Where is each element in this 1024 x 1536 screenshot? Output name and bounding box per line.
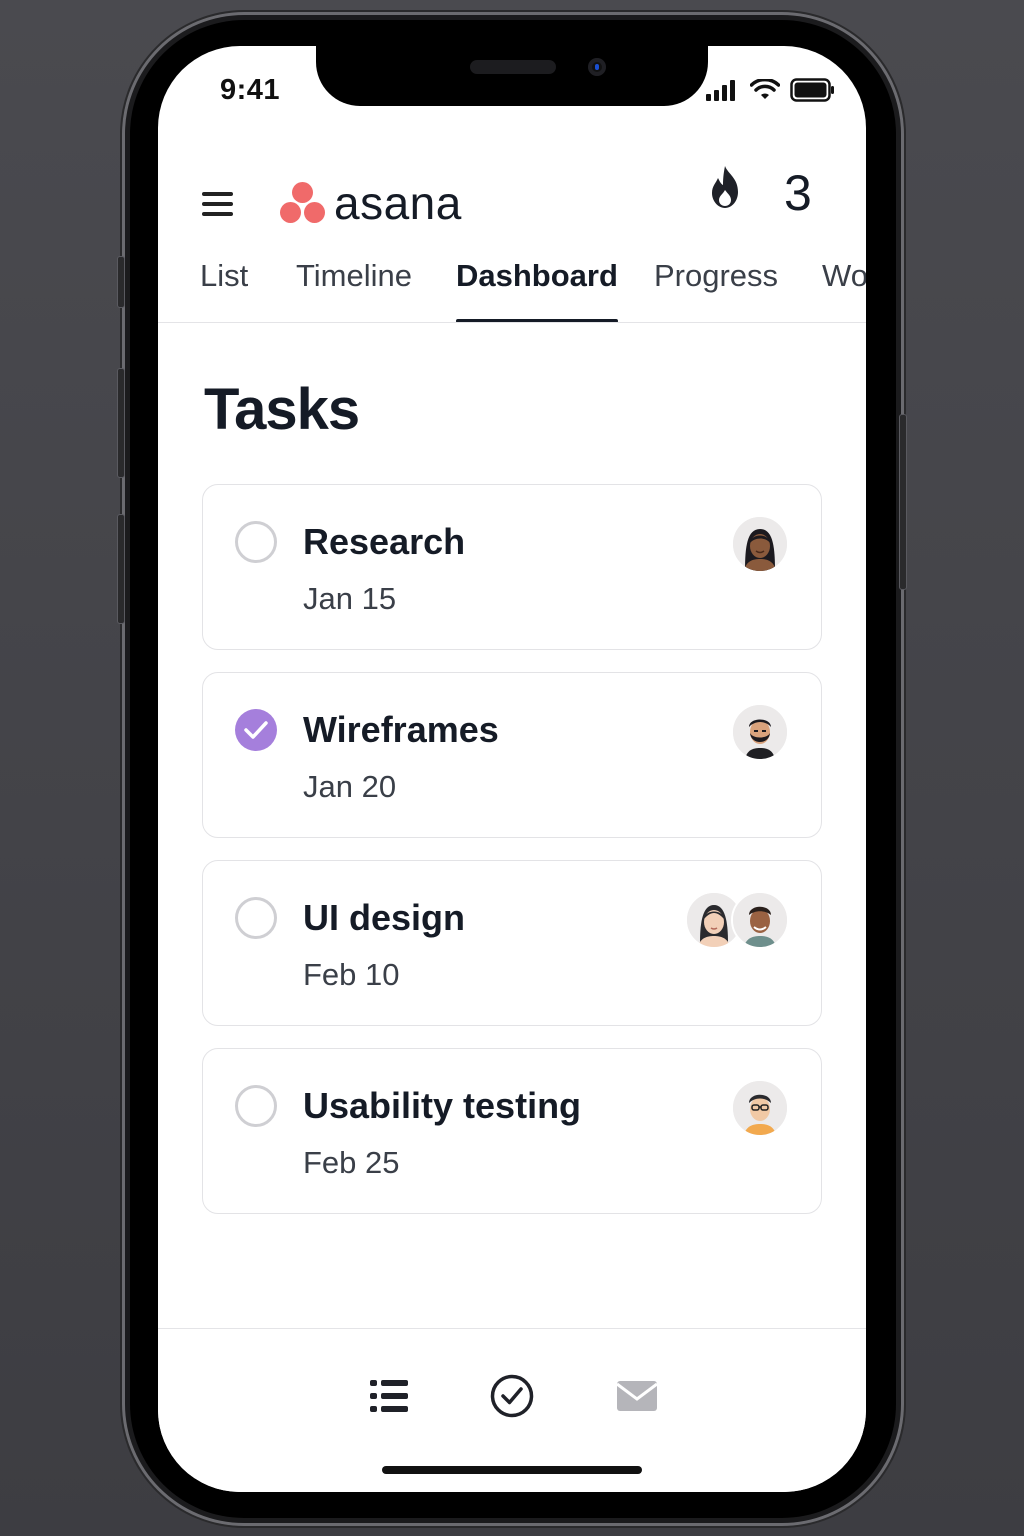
assignee-avatar-icon[interactable] xyxy=(731,891,789,949)
task-name: Usability testing xyxy=(303,1085,582,1126)
power-button xyxy=(899,414,907,590)
assignee-avatar-icon[interactable] xyxy=(731,703,789,761)
asana-logo-mark xyxy=(278,180,328,226)
project-tabs: List Timeline Dashboard Progress Wo xyxy=(158,251,866,323)
task-checkbox[interactable] xyxy=(235,521,277,563)
checkmark-icon xyxy=(244,721,268,739)
list-icon[interactable] xyxy=(366,1373,412,1419)
check-circle-icon[interactable] xyxy=(489,1373,535,1419)
home-indicator[interactable] xyxy=(382,1466,642,1474)
battery-icon xyxy=(790,78,834,102)
mail-icon[interactable] xyxy=(614,1373,660,1419)
task-name: Research xyxy=(303,521,466,562)
app-screen: 9:41 asana 3 List Timeline Dashboard Pro… xyxy=(158,46,866,1492)
speaker-grille xyxy=(470,60,556,74)
tab-timeline[interactable]: Timeline xyxy=(296,251,412,322)
app-header: asana 3 xyxy=(158,164,866,244)
task-assignees xyxy=(731,703,789,761)
status-time: 9:41 xyxy=(220,74,281,106)
hamburger-menu-icon[interactable] xyxy=(198,184,238,224)
wifi-icon xyxy=(750,79,780,99)
flame-icon[interactable] xyxy=(704,164,746,210)
task-due-date: Jan 20 xyxy=(303,769,397,804)
volume-up-button xyxy=(117,368,125,478)
status-icons xyxy=(706,78,836,102)
assignee-avatar-icon[interactable] xyxy=(731,515,789,573)
volume-down-button xyxy=(117,514,125,624)
task-card-ui-design[interactable]: UI design Feb 10 xyxy=(202,860,822,1026)
signal-icon xyxy=(706,80,735,101)
task-card-wireframes[interactable]: Wireframes Jan 20 xyxy=(202,672,822,838)
camera-notch xyxy=(316,46,708,106)
task-name: Wireframes xyxy=(303,709,499,750)
front-camera-icon xyxy=(588,58,606,76)
silent-switch xyxy=(117,256,125,308)
task-due-date: Feb 10 xyxy=(303,957,400,992)
tab-workload[interactable]: Wo xyxy=(822,251,866,322)
tab-list[interactable]: List xyxy=(200,251,248,322)
task-assignees xyxy=(731,1079,789,1137)
tab-dashboard[interactable]: Dashboard xyxy=(456,251,618,322)
streak-count: 3 xyxy=(784,165,812,221)
page-title: Tasks xyxy=(204,377,360,442)
task-card-research[interactable]: Research Jan 15 xyxy=(202,484,822,650)
task-checkbox[interactable] xyxy=(235,897,277,939)
task-checkbox-completed[interactable] xyxy=(235,709,277,751)
task-due-date: Jan 15 xyxy=(303,581,397,616)
task-card-usability-testing[interactable]: Usability testing Feb 25 xyxy=(202,1048,822,1214)
task-name: UI design xyxy=(303,897,466,938)
task-checkbox[interactable] xyxy=(235,1085,277,1127)
logo-text: asana xyxy=(334,177,462,229)
asana-logo[interactable]: asana xyxy=(278,176,462,230)
task-assignees xyxy=(685,891,789,949)
task-assignees xyxy=(731,515,789,573)
tab-progress[interactable]: Progress xyxy=(654,251,778,322)
assignee-avatar-icon[interactable] xyxy=(731,1079,789,1137)
task-due-date: Feb 25 xyxy=(303,1145,400,1180)
